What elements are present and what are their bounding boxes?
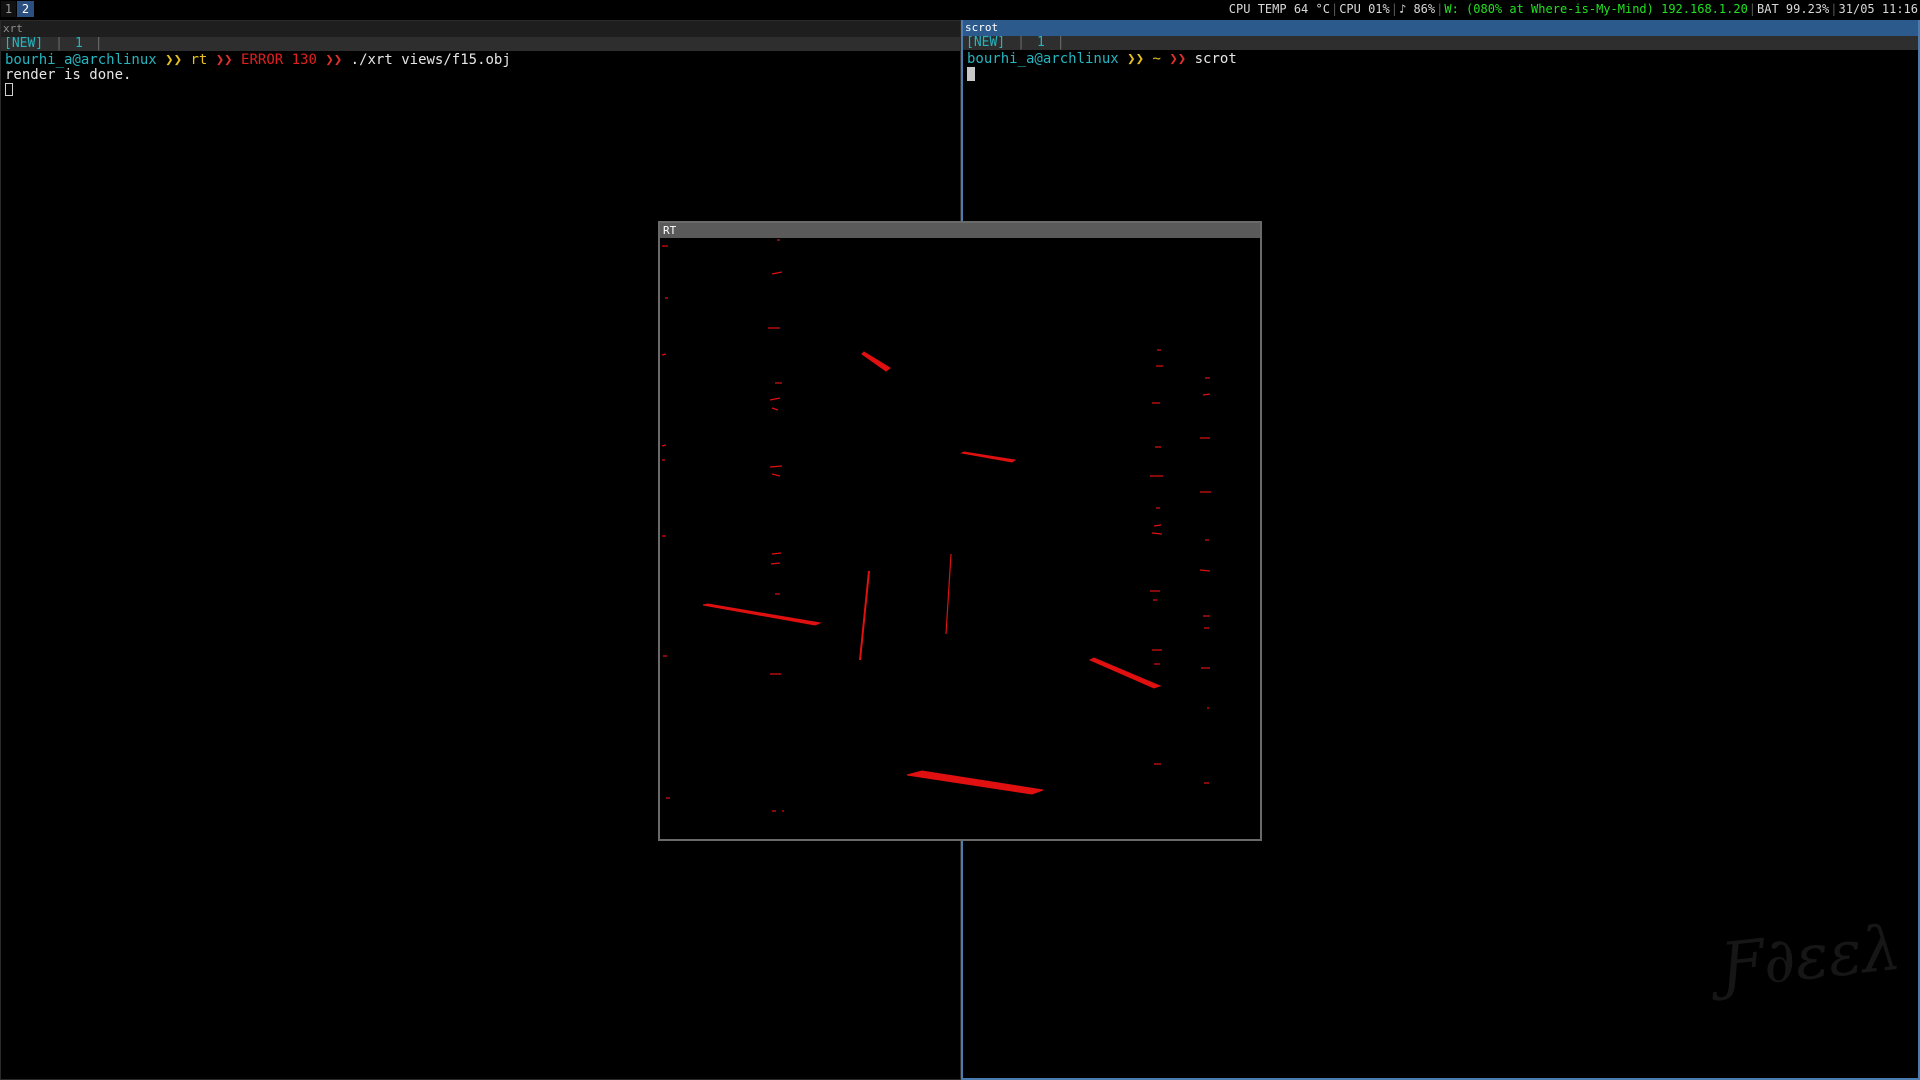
- prompt-dir: rt: [190, 52, 208, 68]
- new-tab-label[interactable]: [NEW]: [966, 35, 1005, 50]
- clock: 31/05 11:16: [1838, 2, 1918, 16]
- prompt-arrow: ❯❯: [1127, 51, 1145, 67]
- terminal-output[interactable]: bourhi_a@archlinux ❯❯ ~ ❯❯ scrot: [963, 50, 1918, 85]
- tab-separator: |: [1017, 35, 1025, 50]
- tab-separator: |: [94, 36, 103, 51]
- terminal-output[interactable]: bourhi_a@archlinux ❯❯ rt ❯❯ ERROR 130 ❯❯…: [1, 51, 960, 100]
- prompt-user: bourhi_a@archlinux: [5, 52, 157, 68]
- window-title: scrot: [963, 20, 1918, 36]
- render-fragment: [702, 603, 822, 626]
- prompt-arrow: ❯❯: [325, 52, 343, 68]
- status-separator: |: [1436, 2, 1444, 16]
- system-status: CPU TEMP 64 °C|CPU 01%|♪ 86%|W: (080% at…: [1229, 0, 1918, 18]
- prompt-dir: ~: [1152, 51, 1161, 67]
- command-output: render is done.: [5, 67, 132, 83]
- wifi-indicator: W: (080% at Where-is-My-Mind) 192.168.1.…: [1444, 2, 1748, 16]
- tmux-tab-bar: [NEW] | 1 |: [1, 37, 960, 51]
- cpu-temp-indicator: CPU TEMP 64 °C: [1228, 2, 1330, 16]
- status-separator: |: [1830, 2, 1838, 16]
- status-separator: |: [1748, 2, 1757, 16]
- tab-1[interactable]: 1: [1037, 35, 1045, 50]
- render-fragment: [906, 770, 1044, 795]
- render-fragment: [861, 351, 891, 372]
- rt-render-window[interactable]: RT: [658, 221, 1262, 841]
- terminal-cursor: [967, 67, 975, 81]
- prompt-user: bourhi_a@archlinux: [967, 51, 1119, 67]
- tab-separator: |: [55, 36, 63, 51]
- status-separator: |: [1390, 2, 1398, 16]
- terminal-cursor: [5, 83, 13, 96]
- render-fragment: [960, 451, 1017, 463]
- volume-indicator: ♪ 86%: [1399, 2, 1436, 16]
- rt-window-title[interactable]: RT: [660, 223, 1260, 238]
- render-fragment: [945, 553, 952, 635]
- tmux-tab-bar: [NEW] | 1 |: [963, 36, 1918, 50]
- render-dash-column: [768, 239, 784, 812]
- command-text: ./xrt views/f15.obj: [350, 52, 511, 68]
- prompt-error-code: ERROR 130: [241, 52, 317, 68]
- tab-separator: |: [1056, 35, 1065, 50]
- prompt-arrow: ❯❯: [165, 52, 183, 68]
- battery-indicator: BAT 99.23%: [1757, 2, 1830, 16]
- window-title: xrt: [1, 21, 960, 37]
- render-canvas: [661, 239, 1211, 812]
- command-text: scrot: [1194, 51, 1237, 67]
- render-fragment: [859, 570, 870, 661]
- workspace-1-button[interactable]: 1: [1, 1, 16, 17]
- status-bar: 1 2 CPU TEMP 64 °C|CPU 01%|♪ 86%|W: (080…: [0, 0, 1920, 18]
- status-separator: |: [1330, 2, 1339, 16]
- cpu-usage-indicator: CPU 01%: [1339, 2, 1390, 16]
- render-fragment: [1088, 657, 1162, 689]
- new-tab-label[interactable]: [NEW]: [4, 36, 43, 51]
- workspace-2-button[interactable]: 2: [17, 1, 34, 17]
- prompt-arrow: ❯❯: [1169, 51, 1187, 67]
- render-dash-column: [1150, 349, 1211, 784]
- tab-1[interactable]: 1: [75, 36, 83, 51]
- desktop: 1 2 CPU TEMP 64 °C|CPU 01%|♪ 86%|W: (080…: [0, 0, 1920, 1080]
- prompt-arrow: ❯❯: [215, 52, 233, 68]
- render-dash-edge: [661, 245, 670, 799]
